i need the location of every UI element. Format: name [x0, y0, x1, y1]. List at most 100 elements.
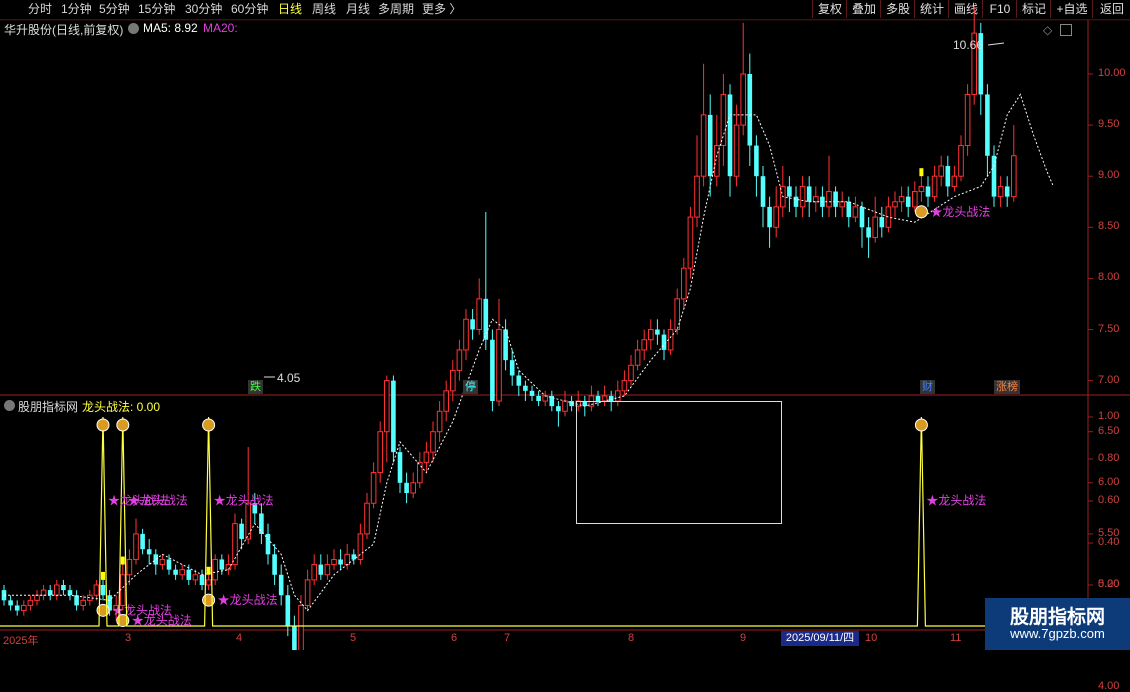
candle-body-down [490, 339, 495, 402]
price-tick-label: 8.50 [1098, 220, 1120, 233]
candle-body-down [655, 329, 660, 335]
candle-body-up [964, 93, 971, 147]
candle-body-down [67, 590, 73, 596]
candle-body-up [885, 206, 892, 228]
candle-body-up [476, 298, 482, 330]
money-bag-icon [116, 418, 130, 432]
candle-body-down [945, 165, 951, 187]
money-bag-icon [914, 205, 928, 219]
candle-body-up [813, 196, 819, 203]
candle-body-up [377, 431, 383, 474]
candle-body-up [931, 175, 938, 198]
candle-body-down [806, 186, 812, 202]
candle-body-up [159, 558, 166, 566]
date-tick-label: 6 [451, 632, 458, 644]
candle-body-down [925, 186, 931, 197]
candle-body-up [410, 482, 416, 494]
candle-body-down [338, 559, 343, 565]
candle-body-up [694, 175, 700, 218]
signal-marker [919, 168, 924, 177]
candle-body-up [357, 533, 364, 560]
signal-label-indicator: ★龙头战法 [214, 494, 274, 508]
candle-body-up [648, 329, 654, 341]
badge-finance[interactable]: 财 [920, 380, 935, 394]
candle-body-down [793, 196, 799, 207]
selection-rectangle[interactable] [576, 401, 782, 524]
indicator-value: 龙头战法: 0.00 [82, 400, 161, 414]
candle-body-down [833, 191, 838, 207]
candle-body-up [192, 574, 199, 581]
candle-body-up [364, 502, 370, 535]
candle-body-down [747, 74, 753, 146]
candle-body-down [100, 585, 106, 596]
candle-body-up [687, 216, 694, 269]
candle-body-up [21, 604, 27, 612]
indicator-tick-label: 0.40 [1098, 536, 1120, 548]
candle-body-up [80, 599, 87, 606]
candle-body-down [905, 196, 911, 207]
date-tick-label: 10 [865, 632, 878, 644]
candle-body-up [179, 569, 185, 576]
indicator-settings-icon[interactable] [4, 400, 15, 411]
candle-body-down [173, 569, 178, 575]
date-tick-label: 11 [950, 632, 962, 644]
badge-limit-up[interactable]: 停 [463, 380, 478, 394]
candle-body-up [839, 201, 846, 208]
candle-body-down [351, 554, 357, 560]
candle-body-up [384, 380, 390, 433]
candle-body-down [529, 390, 535, 396]
candle-body-up [324, 564, 331, 576]
candle-body-up [852, 206, 859, 218]
kline-chart[interactable]: ★龙头战法★龙头战法★龙头战法★龙头战法★龙头战法★龙头战法 ★龙头战法 ★龙头战法 [0, 0, 1130, 650]
candle-body-up [898, 196, 905, 203]
candle-body-up [667, 329, 674, 351]
candle-body-up [212, 558, 218, 581]
candle-body-down [727, 94, 733, 177]
signal-label-main: ★龙头战法 [218, 593, 278, 607]
indicator-tick-label: 0.80 [1098, 452, 1120, 464]
money-bag-icon [202, 418, 216, 432]
watermark: 股朋指标网 www.7gpzb.com [985, 598, 1130, 650]
candle-body-up [298, 604, 304, 650]
candle-body-up [126, 558, 133, 576]
ma-line [4, 93, 1054, 612]
candle-body-up [311, 564, 317, 581]
date-tick-label: 5 [350, 632, 357, 644]
candle-body-down [509, 360, 515, 376]
price-tick-label: 4.00 [1098, 680, 1120, 692]
candle-body-up [740, 73, 747, 126]
candle-body-down [787, 186, 792, 197]
badge-ranking[interactable]: 涨榜 [994, 380, 1020, 394]
candle-body-up [951, 175, 958, 187]
signal-marker [101, 571, 105, 580]
candle-body-up [799, 185, 806, 208]
candle-body-up [912, 191, 918, 208]
date-tick-label: 8 [628, 632, 635, 644]
date-tick-label: 4 [236, 632, 243, 644]
candle-body-up [40, 589, 47, 596]
candle-body-down [556, 406, 561, 412]
candle-body-up [443, 390, 449, 412]
date-tick-label: 7 [504, 632, 511, 644]
candle-body-down [47, 590, 53, 596]
candle-body-down [265, 533, 271, 555]
candle-body-up [681, 267, 687, 300]
candle-body-up [634, 349, 641, 366]
candle-body-up [450, 369, 456, 392]
candle-body-up [370, 472, 377, 504]
candle-body-up [892, 201, 898, 208]
watermark-url: www.7gpzb.com [1010, 626, 1105, 641]
candle-body-up [205, 579, 212, 586]
indicator-tick-label: 0.20 [1098, 578, 1120, 590]
candle-body-down [166, 559, 172, 570]
price-tick-label: 6.50 [1098, 424, 1120, 437]
candle-body-down [516, 375, 522, 386]
badge-fall[interactable]: 跌 [248, 380, 263, 394]
signal-marker [120, 556, 125, 565]
candle-body-up [430, 431, 436, 453]
candle-body-down [61, 585, 66, 591]
indicator-tick-label: 1.00 [1098, 410, 1120, 422]
candle-body-up [436, 410, 443, 433]
candle-body-down [239, 523, 244, 540]
candle-body-up [720, 93, 727, 147]
